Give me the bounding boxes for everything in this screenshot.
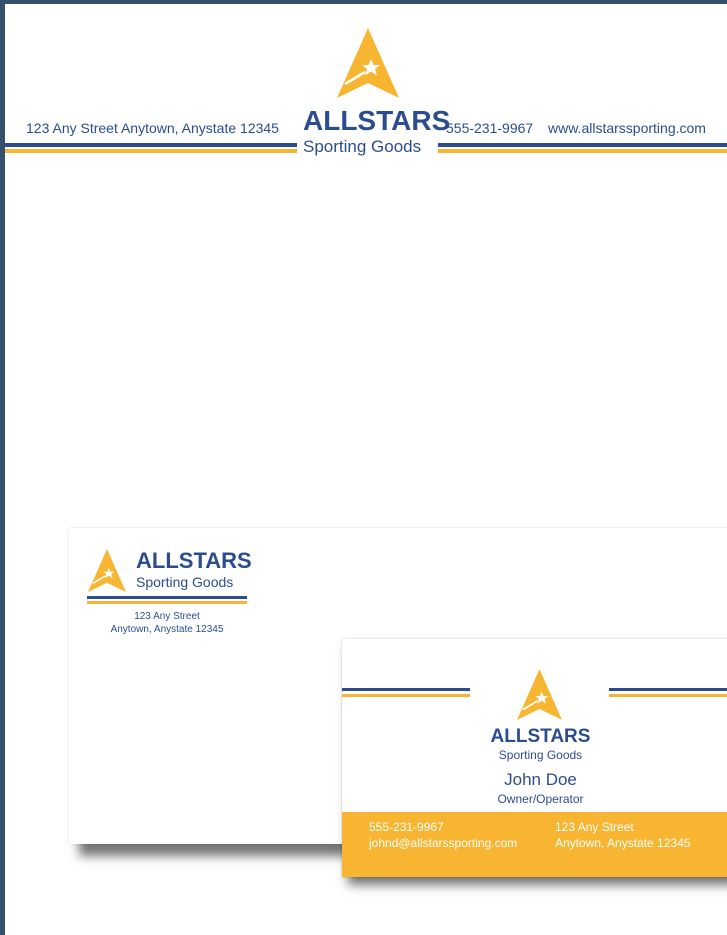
letterhead-brand-name: ALLSTARS bbox=[303, 105, 451, 136]
envelope-rule-gold bbox=[87, 601, 247, 604]
stationery-page: 123 Any Street Anytown, Anystate 12345 A… bbox=[5, 4, 727, 935]
letterhead-rule-blue-right bbox=[438, 143, 727, 147]
letterhead-rule-gold-right bbox=[438, 149, 727, 153]
envelope-brand-sub: Sporting Goods bbox=[136, 574, 234, 590]
card-rule-blue-left bbox=[342, 688, 470, 691]
letterhead-rule-gold-left bbox=[5, 149, 297, 153]
card-rule-blue-right bbox=[609, 688, 727, 691]
card-brand-name: ALLSTARS bbox=[490, 726, 591, 747]
card-brand-sub: Sporting Goods bbox=[498, 748, 583, 762]
card-address-line2: Anytown, Anystate 12345 bbox=[555, 836, 691, 850]
card-person-name: John Doe bbox=[504, 770, 577, 789]
letterhead-brand-sub: Sporting Goods bbox=[303, 137, 422, 156]
envelope-address-line1: 123 Any Street bbox=[134, 611, 200, 622]
envelope-address-line2: Anytown, Anystate 12345 bbox=[110, 624, 224, 635]
star-triangle-logo-icon bbox=[88, 549, 126, 592]
card-rule-gold-right bbox=[609, 694, 727, 697]
letterhead-website: www.allstarssporting.com bbox=[548, 120, 706, 136]
card-contact-band: 555-231-9967 johnd@allstarssporting.com … bbox=[342, 812, 727, 877]
business-card: ALLSTARS Sporting Goods John Doe Owner/O… bbox=[342, 639, 727, 877]
card-phone: 555-231-9967 bbox=[369, 820, 444, 834]
envelope-brand-name: ALLSTARS bbox=[136, 548, 252, 573]
envelope-rule-blue bbox=[87, 596, 247, 599]
card-address-line1: 123 Any Street bbox=[555, 820, 634, 834]
letterhead-rule-blue-left bbox=[5, 143, 297, 147]
letterhead-phone: 555-231-9967 bbox=[446, 120, 534, 136]
card-rule-gold-left bbox=[342, 694, 470, 697]
letterhead-address: 123 Any Street Anytown, Anystate 12345 bbox=[26, 120, 279, 136]
star-triangle-logo-icon bbox=[337, 28, 399, 98]
card-person-title: Owner/Operator bbox=[497, 792, 584, 806]
star-triangle-logo-icon bbox=[517, 669, 562, 720]
card-email: johnd@allstarssporting.com bbox=[369, 836, 518, 850]
